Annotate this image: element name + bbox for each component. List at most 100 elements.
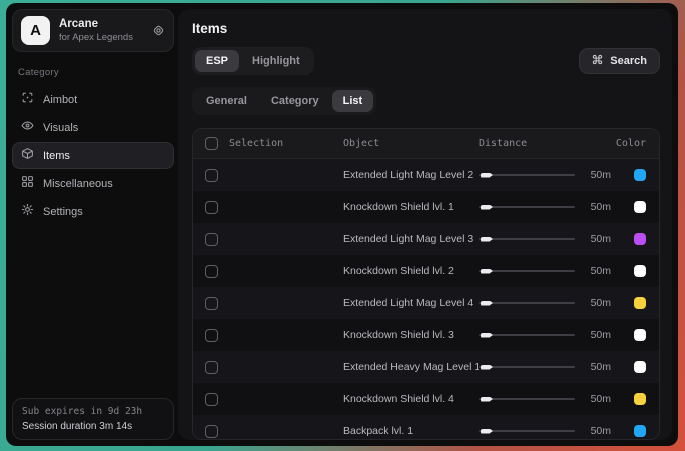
package-icon (21, 147, 34, 165)
color-swatch[interactable] (634, 425, 646, 437)
session-duration-text: Session duration 3m 14s (22, 421, 164, 432)
object-name: Extended Light Mag Level 2 (343, 169, 479, 181)
search-label: Search (610, 55, 647, 67)
object-name: Knockdown Shield lvl. 3 (343, 329, 479, 341)
distance-slider[interactable] (479, 169, 575, 181)
distance-slider[interactable] (479, 201, 575, 213)
table-row: Extended Light Mag Level 4 50m (193, 287, 659, 319)
column-object: Object (343, 138, 479, 149)
command-icon (592, 54, 603, 68)
table-row: Knockdown Shield lvl. 4 50m (193, 383, 659, 415)
color-swatch[interactable] (634, 233, 646, 245)
distance-slider[interactable] (479, 329, 575, 341)
sidebar-item-miscellaneous[interactable]: Miscellaneous (12, 170, 174, 197)
table-body: Extended Light Mag Level 2 50m (193, 159, 659, 440)
row-checkbox[interactable] (205, 329, 218, 342)
app-window: A Arcane for Apex Legends Category Aimbo… (6, 3, 678, 446)
sidebar-item-label: Visuals (43, 122, 78, 134)
distance-slider[interactable] (479, 233, 575, 245)
distance-value: 50m (583, 233, 611, 245)
slider-track (479, 398, 575, 400)
column-selection: Selection (229, 138, 283, 149)
object-name: Extended Light Mag Level 4 (343, 297, 479, 309)
object-name: Knockdown Shield lvl. 4 (343, 393, 479, 405)
row-checkbox[interactable] (205, 425, 218, 438)
items-table: Selection Object Distance Color Extended… (192, 128, 660, 440)
table-row: Extended Light Mag Level 3 50m (193, 223, 659, 255)
distance-slider[interactable] (479, 361, 575, 373)
color-swatch[interactable] (634, 169, 646, 181)
distance-slider[interactable] (479, 393, 575, 405)
table-row: Knockdown Shield lvl. 2 50m (193, 255, 659, 287)
slider-track (479, 334, 575, 336)
distance-value: 50m (583, 297, 611, 309)
row-checkbox[interactable] (205, 297, 218, 310)
subscription-card: Sub expires in 9d 23h Session duration 3… (12, 398, 174, 440)
distance-value: 50m (583, 425, 611, 437)
object-name: Knockdown Shield lvl. 2 (343, 265, 479, 277)
sidebar-item-aimbot[interactable]: Aimbot (12, 86, 174, 113)
sidebar-item-settings[interactable]: Settings (12, 198, 174, 225)
select-all-checkbox[interactable] (205, 137, 218, 150)
color-swatch[interactable] (634, 265, 646, 277)
object-name: Knockdown Shield lvl. 1 (343, 201, 479, 213)
distance-slider[interactable] (479, 265, 575, 277)
eye-icon (21, 119, 34, 137)
slider-track (479, 366, 575, 368)
app-meta: Arcane for Apex Legends (59, 18, 143, 43)
gear-icon (21, 203, 34, 221)
color-swatch[interactable] (634, 329, 646, 341)
color-swatch[interactable] (634, 297, 646, 309)
sidebar-item-label: Items (43, 150, 70, 162)
app-title: Arcane (59, 18, 143, 30)
table-row: Knockdown Shield lvl. 3 50m (193, 319, 659, 351)
view-tabs: General Category List (192, 87, 376, 115)
app-subtitle: for Apex Legends (59, 32, 143, 43)
table-header: Selection Object Distance Color (193, 129, 659, 159)
sidebar-item-items[interactable]: Items (12, 142, 174, 169)
distance-slider[interactable] (479, 425, 575, 437)
slider-track (479, 430, 575, 432)
category-label: Category (18, 67, 168, 78)
distance-value: 50m (583, 201, 611, 213)
distance-value: 50m (583, 169, 611, 181)
mode-tabs: ESP Highlight (192, 47, 314, 75)
sidebar: A Arcane for Apex Legends Category Aimbo… (12, 9, 174, 440)
sub-expiry-text: Sub expires in 9d 23h (22, 406, 164, 417)
tab-esp[interactable]: ESP (195, 50, 239, 72)
sidebar-item-label: Settings (43, 206, 83, 218)
slider-track (479, 270, 575, 272)
app-logo: A (21, 16, 50, 45)
tab-general[interactable]: General (195, 90, 258, 112)
color-swatch[interactable] (634, 361, 646, 373)
search-button[interactable]: Search (579, 48, 660, 74)
slider-track (479, 302, 575, 304)
color-swatch[interactable] (634, 201, 646, 213)
slider-track (479, 206, 575, 208)
slider-track (479, 174, 575, 176)
object-name: Extended Heavy Mag Level 1 (343, 361, 479, 373)
tab-category[interactable]: Category (260, 90, 330, 112)
row-checkbox[interactable] (205, 361, 218, 374)
distance-value: 50m (583, 361, 611, 373)
column-distance: Distance (479, 138, 527, 149)
page-title: Items (192, 21, 660, 36)
sidebar-item-visuals[interactable]: Visuals (12, 114, 174, 141)
table-row: Backpack lvl. 1 50m (193, 415, 659, 440)
object-name: Extended Light Mag Level 3 (343, 233, 479, 245)
row-checkbox[interactable] (205, 265, 218, 278)
row-checkbox[interactable] (205, 169, 218, 182)
tab-list[interactable]: List (332, 90, 374, 112)
table-row: Extended Light Mag Level 2 50m (193, 159, 659, 191)
row-checkbox[interactable] (205, 393, 218, 406)
distance-slider[interactable] (479, 297, 575, 309)
main-panel: Items ESP Highlight Search General Categ… (178, 9, 672, 440)
distance-value: 50m (583, 265, 611, 277)
slider-track (479, 238, 575, 240)
app-badge-icon[interactable] (152, 24, 165, 37)
color-swatch[interactable] (634, 393, 646, 405)
row-checkbox[interactable] (205, 233, 218, 246)
app-header-card: A Arcane for Apex Legends (12, 9, 174, 52)
tab-highlight[interactable]: Highlight (241, 50, 311, 72)
row-checkbox[interactable] (205, 201, 218, 214)
